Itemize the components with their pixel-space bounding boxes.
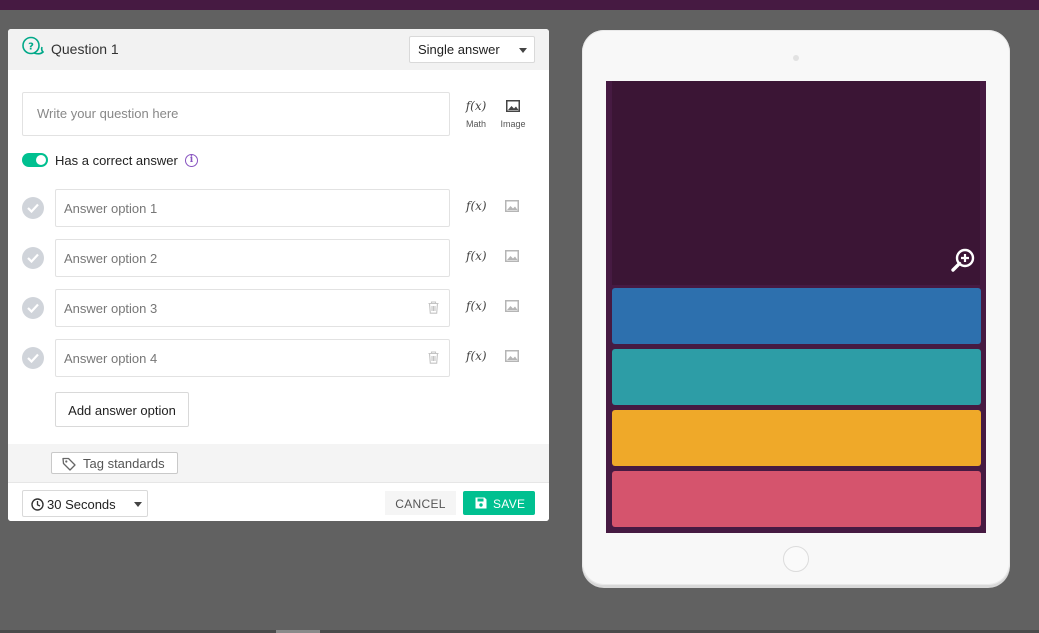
time-limit-value: 30 Seconds bbox=[47, 497, 116, 512]
mark-correct-check-icon[interactable] bbox=[22, 247, 44, 269]
answer-math-icon[interactable]: f(x) bbox=[466, 299, 487, 313]
chevron-down-icon bbox=[134, 502, 142, 507]
tablet-camera bbox=[793, 55, 799, 61]
answer-input[interactable]: Answer option 3 bbox=[55, 289, 450, 327]
floppy-disk-icon bbox=[475, 497, 487, 509]
tablet-preview bbox=[582, 30, 1010, 585]
mark-correct-check-icon[interactable] bbox=[22, 297, 44, 319]
answer-image-icon[interactable] bbox=[505, 199, 519, 217]
tag-icon bbox=[62, 457, 76, 471]
answer-image-icon[interactable] bbox=[505, 299, 519, 317]
answer-math-icon[interactable]: f(x) bbox=[466, 199, 487, 213]
preview-option-4 bbox=[612, 471, 981, 527]
image-button[interactable]: Image bbox=[498, 99, 528, 129]
editor-header: ? Question 1 Single answer bbox=[8, 29, 549, 70]
mark-correct-check-icon[interactable] bbox=[22, 347, 44, 369]
tablet-home-button bbox=[783, 546, 809, 572]
svg-text:?: ? bbox=[28, 42, 34, 53]
question-title: Question 1 bbox=[51, 41, 119, 57]
preview-option-3 bbox=[612, 410, 981, 466]
math-button[interactable]: f(x) Math bbox=[461, 99, 491, 129]
correct-answer-toggle[interactable] bbox=[22, 153, 48, 167]
question-type-value: Single answer bbox=[418, 42, 500, 57]
preview-question-area bbox=[612, 81, 980, 285]
answer-math-icon[interactable]: f(x) bbox=[466, 249, 487, 263]
clock-icon bbox=[31, 498, 44, 511]
answer-row: Answer option 3 f(x) bbox=[8, 289, 549, 327]
answer-image-icon[interactable] bbox=[505, 249, 519, 267]
answer-image-icon[interactable] bbox=[505, 349, 519, 367]
tag-area: Tag standards bbox=[8, 444, 549, 482]
tag-standards-label: Tag standards bbox=[83, 456, 165, 471]
question-placeholder: Write your question here bbox=[37, 106, 179, 121]
question-editor: ? Question 1 Single answer Write your qu… bbox=[8, 29, 549, 521]
preview-screen bbox=[606, 81, 986, 533]
zoom-in-icon[interactable] bbox=[950, 248, 976, 279]
answer-placeholder: Answer option 2 bbox=[64, 251, 158, 266]
question-input[interactable]: Write your question here bbox=[22, 92, 450, 136]
question-type-icon: ? bbox=[21, 36, 45, 60]
question-type-select[interactable]: Single answer bbox=[409, 36, 535, 63]
answer-row: Answer option 1 f(x) bbox=[8, 189, 549, 227]
add-answer-button[interactable]: Add answer option bbox=[55, 392, 189, 427]
answer-placeholder: Answer option 4 bbox=[64, 351, 158, 366]
time-limit-select[interactable]: 30 Seconds bbox=[22, 490, 148, 517]
trash-icon[interactable] bbox=[428, 301, 439, 317]
save-button[interactable]: SAVE bbox=[463, 491, 535, 515]
cancel-button[interactable]: CANCEL bbox=[385, 491, 456, 515]
info-icon[interactable]: i bbox=[185, 154, 198, 167]
trash-icon[interactable] bbox=[428, 351, 439, 367]
answer-row: Answer option 4 f(x) bbox=[8, 339, 549, 377]
answer-input[interactable]: Answer option 4 bbox=[55, 339, 450, 377]
image-icon bbox=[498, 99, 528, 115]
editor-footer: 30 Seconds CANCEL SAVE bbox=[8, 482, 549, 521]
mark-correct-check-icon[interactable] bbox=[22, 197, 44, 219]
chevron-down-icon bbox=[519, 48, 527, 53]
math-icon: f(x) bbox=[465, 99, 487, 113]
preview-option-1 bbox=[612, 288, 981, 344]
answer-input[interactable]: Answer option 1 bbox=[55, 189, 450, 227]
answer-row: Answer option 2 f(x) bbox=[8, 239, 549, 277]
answer-placeholder: Answer option 1 bbox=[64, 201, 158, 216]
preview-option-2 bbox=[612, 349, 981, 405]
correct-answer-label: Has a correct answer bbox=[55, 153, 178, 168]
save-label: SAVE bbox=[493, 497, 526, 511]
tag-standards-button[interactable]: Tag standards bbox=[51, 452, 178, 474]
image-label: Image bbox=[500, 119, 526, 129]
answer-math-icon[interactable]: f(x) bbox=[466, 349, 487, 363]
math-label: Math bbox=[465, 119, 486, 129]
answer-input[interactable]: Answer option 2 bbox=[55, 239, 450, 277]
answer-placeholder: Answer option 3 bbox=[64, 301, 158, 316]
top-bar bbox=[0, 0, 1039, 10]
